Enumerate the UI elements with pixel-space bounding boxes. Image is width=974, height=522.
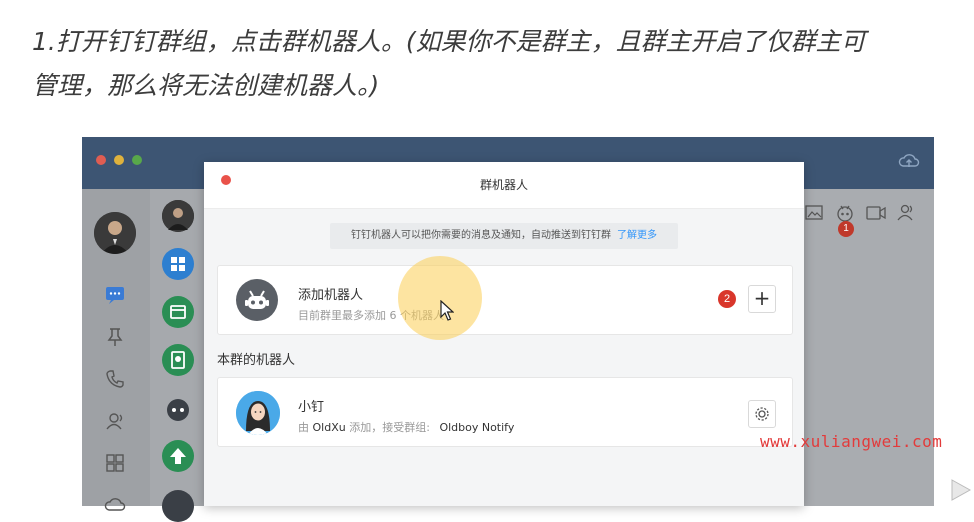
dialog-header: 群机器人 — [204, 162, 804, 209]
caption-line-2: 管理，那么将无法创建机器人。) — [32, 71, 380, 100]
dialog-title: 群机器人 — [479, 178, 528, 192]
robot-group-name: Oldboy Notify — [439, 421, 515, 434]
conversation-avatar[interactable] — [162, 248, 194, 280]
video-icon[interactable] — [865, 204, 887, 222]
robot-description: 由 OldXu 添加，接受群组: Oldboy Notify — [298, 419, 514, 435]
robot-name: 小钉 — [298, 400, 325, 415]
pin-icon[interactable] — [104, 326, 126, 348]
click-highlight — [398, 256, 482, 340]
phone-icon[interactable] — [104, 368, 126, 390]
mouse-cursor-icon — [440, 300, 454, 321]
conversation-avatar[interactable] — [162, 200, 194, 232]
window-zoom-icon[interactable] — [132, 155, 142, 165]
robot-desc-prefix: 由 — [298, 421, 309, 434]
robot-desc-mid: 添加，接受群组: — [349, 421, 430, 434]
robot-notice: 钉钉机器人可以把你需要的消息及通知，自动推送到钉钉群 了解更多 — [330, 223, 678, 249]
site-watermark: www.xuliangwei.com — [760, 432, 943, 451]
members-icon[interactable] — [896, 202, 918, 222]
robot-avatar-icon — [236, 279, 278, 321]
caption-line-1: 1.打开钉钉群组，点击群机器人。(如果你不是群主，且群主开启了仅群主可 — [32, 27, 866, 56]
add-robot-title: 添加机器人 — [298, 288, 364, 303]
add-robot-card[interactable]: 添加机器人 目前群里最多添加 6 个机器人 2 + — [217, 265, 793, 335]
message-icon[interactable] — [104, 284, 126, 306]
conversation-avatar[interactable] — [162, 344, 194, 376]
robot-list-item[interactable]: 小钉 由 OldXu 添加，接受群组: Oldboy Notify — [217, 377, 793, 447]
dialog-body: 钉钉机器人可以把你需要的消息及通知，自动推送到钉钉群 了解更多 添加机器人 目前群… — [204, 209, 804, 506]
gear-icon — [755, 407, 769, 421]
play-corner-icon — [951, 479, 972, 501]
conversation-avatar[interactable] — [162, 440, 194, 472]
group-robots-label: 本群的机器人 — [217, 353, 296, 368]
conversation-avatar[interactable] — [162, 490, 194, 522]
window-minimize-icon[interactable] — [114, 155, 124, 165]
learn-more-link[interactable]: 了解更多 — [617, 230, 657, 241]
user-avatar[interactable] — [94, 212, 136, 254]
window-close-icon[interactable] — [96, 155, 106, 165]
robot-xiaoding-avatar — [236, 391, 280, 435]
instruction-caption: 1.打开钉钉群组，点击群机器人。(如果你不是群主，且群主开启了仅群主可 管理，那… — [32, 20, 962, 108]
conversation-avatar[interactable] — [162, 296, 194, 328]
conversation-avatar[interactable] — [162, 392, 194, 424]
group-robot-dialog: 群机器人 钉钉机器人可以把你需要的消息及通知，自动推送到钉钉群 了解更多 添加机器… — [204, 162, 804, 506]
apps-grid-icon[interactable] — [104, 452, 126, 474]
add-robot-button[interactable]: + — [748, 285, 776, 313]
cloud-upload-icon[interactable] — [898, 151, 920, 171]
robot-settings-button[interactable] — [748, 400, 776, 428]
step-badge-2: 2 — [718, 290, 736, 308]
step-badge-1: 1 — [838, 221, 854, 237]
cloud-icon[interactable] — [104, 492, 126, 514]
contacts-icon[interactable] — [104, 410, 126, 432]
notice-text: 钉钉机器人可以把你需要的消息及通知，自动推送到钉钉群 — [351, 230, 611, 241]
image-icon[interactable] — [804, 204, 824, 222]
robot-owner: OldXu — [312, 421, 346, 434]
robot-icon[interactable] — [834, 202, 856, 222]
